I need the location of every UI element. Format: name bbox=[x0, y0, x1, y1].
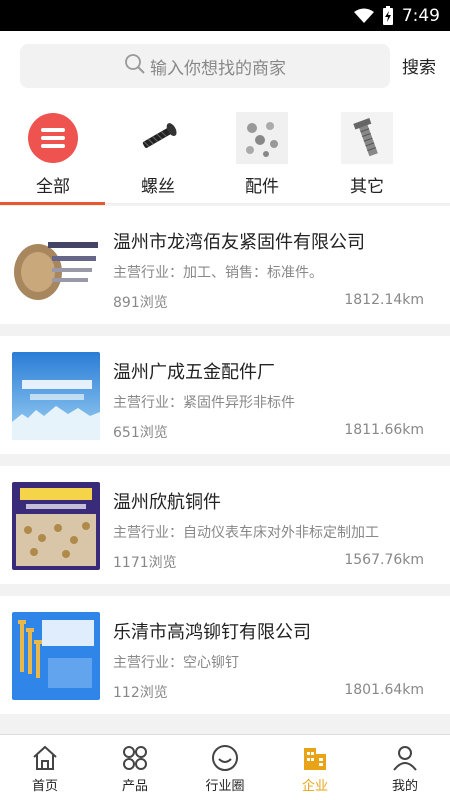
user-icon bbox=[360, 743, 450, 773]
tab-label: 企业 bbox=[301, 779, 328, 794]
tab-label: 产品 bbox=[121, 779, 148, 794]
bolt-icon bbox=[341, 112, 393, 164]
status-bar: 7:49 bbox=[0, 0, 450, 31]
category-fittings[interactable]: 配件 bbox=[217, 112, 307, 204]
tab-industry-circle[interactable]: 行业圈 bbox=[180, 743, 270, 799]
category-label: 全部 bbox=[36, 177, 70, 197]
company-thumbnail bbox=[12, 612, 100, 700]
list-icon bbox=[27, 112, 79, 164]
company-item[interactable]: 温州广成五金配件厂 主营行业：紧固件异形非标件 651浏览 1811.66km bbox=[0, 336, 450, 454]
company-name: 温州欣航铜件 bbox=[113, 492, 221, 513]
company-thumbnail bbox=[12, 482, 100, 570]
search-button[interactable]: 搜索 bbox=[402, 53, 436, 78]
building-icon bbox=[270, 743, 360, 773]
company-distance: 1567.76km bbox=[344, 552, 424, 568]
category-row: 全部 螺丝 配件 其它 bbox=[0, 100, 450, 205]
search-placeholder: 输入你想找的商家 bbox=[150, 58, 286, 79]
fittings-icon bbox=[236, 112, 288, 164]
bottom-tab-bar: 首页 产品 行业圈 企业 我的 bbox=[0, 734, 450, 800]
wifi-icon bbox=[353, 8, 374, 24]
category-other[interactable]: 其它 bbox=[322, 112, 412, 204]
company-views: 651浏览 bbox=[113, 425, 168, 441]
search-input[interactable]: 输入你想找的商家 bbox=[20, 44, 390, 88]
tab-enterprise[interactable]: 企业 bbox=[270, 743, 360, 799]
company-item[interactable]: 温州欣航铜件 主营行业：自动仪表车床对外非标定制加工 1171浏览 1567.7… bbox=[0, 466, 450, 584]
company-distance: 1801.64km bbox=[344, 682, 424, 698]
company-thumbnail bbox=[12, 222, 100, 310]
category-label: 其它 bbox=[350, 177, 384, 197]
tab-label: 首页 bbox=[31, 779, 58, 794]
company-industry: 主营行业：空心铆钉 bbox=[113, 655, 239, 671]
company-industry: 主营行业：加工、销售：标准件。 bbox=[113, 265, 323, 281]
status-time: 7:49 bbox=[401, 5, 440, 26]
company-views: 1171浏览 bbox=[113, 555, 177, 571]
category-label: 螺丝 bbox=[141, 177, 175, 197]
tab-label: 我的 bbox=[391, 779, 418, 794]
company-item[interactable]: 乐清市高鸿铆钉有限公司 主营行业：空心铆钉 112浏览 1801.64km bbox=[0, 596, 450, 714]
company-item[interactable]: 温州市龙湾佰友紧固件有限公司 主营行业：加工、销售：标准件。 891浏览 181… bbox=[0, 206, 450, 324]
search-row: 输入你想找的商家 搜索 bbox=[0, 31, 450, 100]
company-distance: 1811.66km bbox=[344, 422, 424, 438]
company-name: 温州广成五金配件厂 bbox=[113, 362, 275, 383]
category-screw[interactable]: 螺丝 bbox=[113, 112, 203, 204]
grid-icon bbox=[90, 743, 180, 773]
company-industry: 主营行业：自动仪表车床对外非标定制加工 bbox=[113, 525, 379, 541]
home-icon bbox=[0, 743, 90, 773]
battery-icon bbox=[382, 5, 394, 26]
screw-icon bbox=[132, 112, 184, 164]
active-category-indicator bbox=[0, 202, 105, 205]
company-views: 112浏览 bbox=[113, 685, 168, 701]
smile-icon bbox=[180, 743, 270, 773]
tab-home[interactable]: 首页 bbox=[0, 743, 90, 799]
tab-label: 行业圈 bbox=[205, 779, 245, 794]
tab-mine[interactable]: 我的 bbox=[360, 743, 450, 799]
tab-products[interactable]: 产品 bbox=[90, 743, 180, 799]
company-name: 乐清市高鸿铆钉有限公司 bbox=[113, 622, 311, 643]
company-name: 温州市龙湾佰友紧固件有限公司 bbox=[113, 232, 365, 253]
company-views: 891浏览 bbox=[113, 295, 168, 311]
search-icon bbox=[124, 53, 146, 79]
company-thumbnail bbox=[12, 352, 100, 440]
category-label: 配件 bbox=[245, 177, 279, 197]
category-all[interactable]: 全部 bbox=[8, 112, 98, 204]
company-industry: 主营行业：紧固件异形非标件 bbox=[113, 395, 295, 411]
company-distance: 1812.14km bbox=[344, 292, 424, 308]
